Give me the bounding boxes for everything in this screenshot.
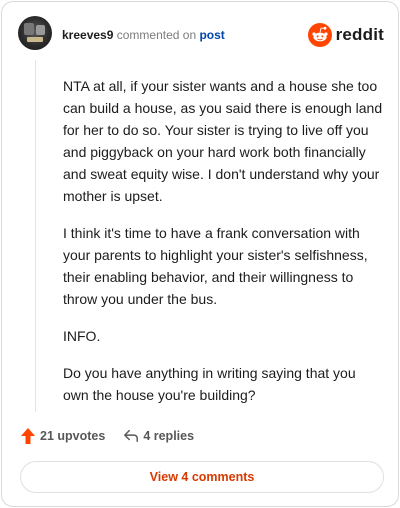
reddit-wordmark: reddit [335, 25, 384, 44]
replies-button[interactable]: 4 replies [123, 427, 194, 445]
byline-verb: commented on [116, 28, 197, 42]
thread-line[interactable] [35, 60, 36, 412]
view-comments-button[interactable]: View 4 comments [20, 461, 384, 493]
comment-paragraph: I think it's time to have a frank conver… [63, 225, 368, 307]
reddit-logo[interactable]: reddit [307, 23, 384, 47]
upvote-button[interactable]: 21 upvotes [20, 427, 105, 445]
avatar-shape [24, 23, 34, 35]
comment-body: NTA at all, if your sister wants and a h… [63, 75, 383, 421]
post-link[interactable]: post [199, 28, 224, 42]
reddit-snoo-icon [307, 23, 332, 47]
upvote-count: 21 upvotes [40, 429, 106, 443]
username-link[interactable]: kreeves9 [62, 28, 113, 42]
avatar-tag [27, 37, 43, 42]
reply-arrow-icon [123, 427, 139, 445]
comment-paragraph: NTA at all, if your sister wants and a h… [63, 78, 383, 204]
comment-paragraph: Do you have anything in writing saying t… [63, 365, 356, 403]
comment-paragraph: INFO. [63, 328, 101, 344]
comment-card: kreeves9 commented on post reddit NTA at… [1, 1, 399, 507]
avatar-shape [36, 25, 45, 35]
upvote-arrow-icon [20, 427, 36, 445]
comment-header: kreeves9 commented on post reddit [18, 16, 386, 52]
reply-count: 4 replies [143, 429, 195, 443]
comment-byline: kreeves9 commented on post [62, 28, 225, 42]
user-avatar[interactable] [18, 16, 52, 50]
comment-actions: 21 upvotes 4 replies [20, 426, 194, 446]
